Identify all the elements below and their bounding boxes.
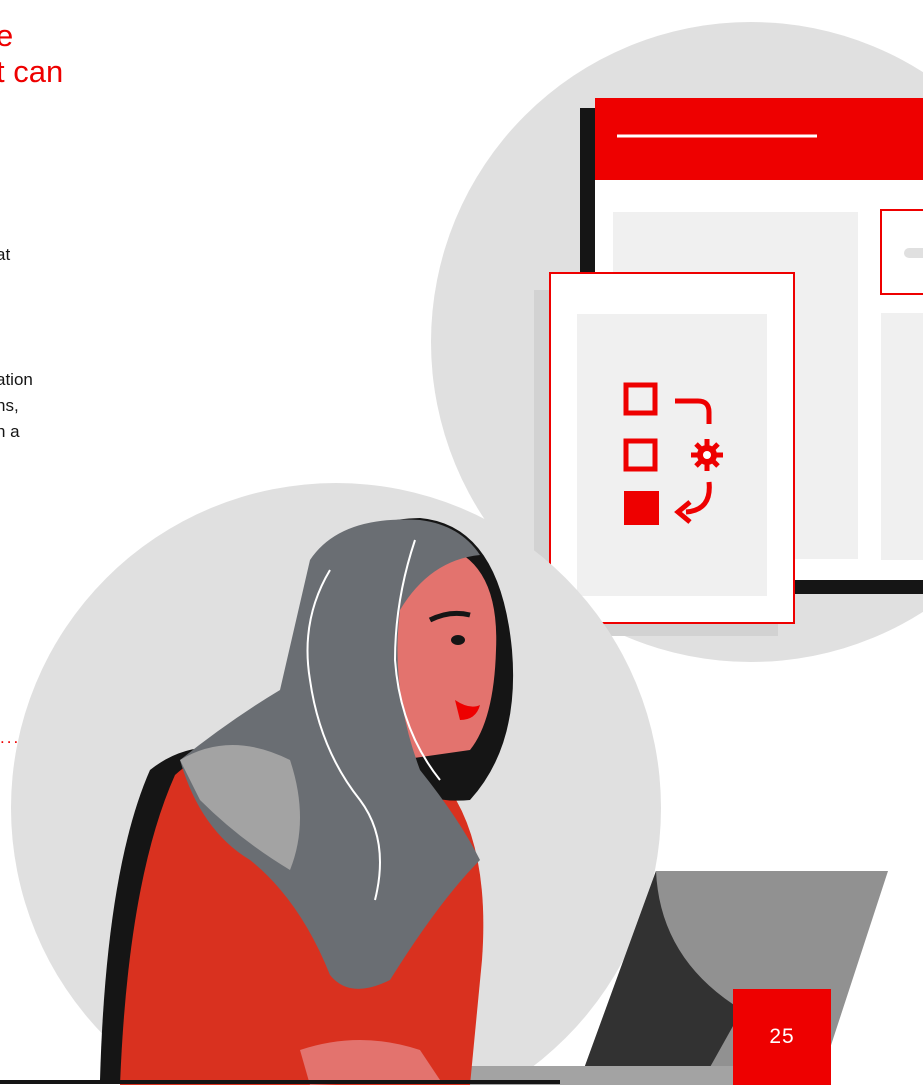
window-header [595,98,923,180]
page-number: 25 [733,989,831,1085]
illustration [0,22,923,1085]
workflow-card [534,272,795,636]
checkbox-filled-icon [624,491,659,525]
